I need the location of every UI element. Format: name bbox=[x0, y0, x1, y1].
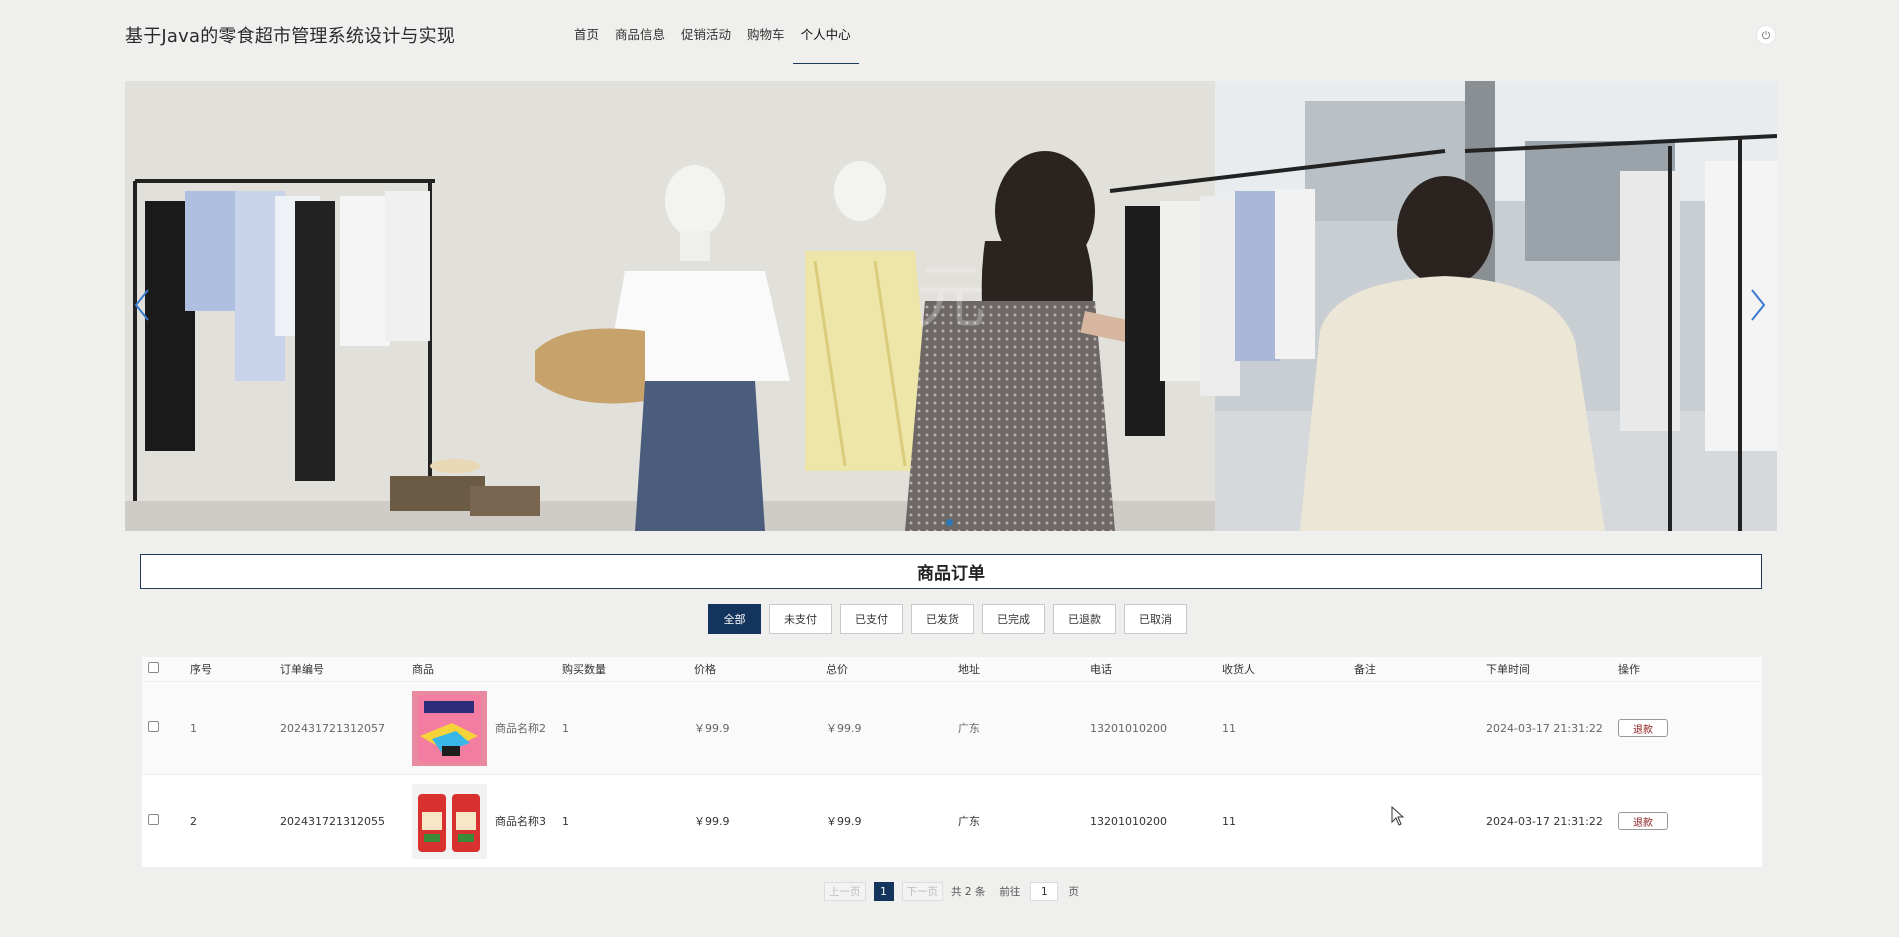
header: 基于Java的零食超市管理系统设计与实现 首页 商品信息 促销活动 购物车 个人… bbox=[0, 0, 1899, 70]
row-total: ￥99.9 bbox=[826, 815, 862, 828]
header-price: 价格 bbox=[694, 663, 716, 676]
banner-carousel: 元 bbox=[125, 81, 1777, 531]
row-product: 商品名称2 bbox=[404, 690, 554, 766]
header-time: 下单时间 bbox=[1486, 663, 1530, 676]
row-receiver: 11 bbox=[1222, 721, 1236, 735]
page-number-current[interactable]: 1 bbox=[873, 882, 894, 901]
row-address: 广东 bbox=[958, 815, 980, 828]
header-remark: 备注 bbox=[1354, 663, 1376, 676]
mouse-cursor-icon bbox=[1391, 806, 1405, 826]
nav-products[interactable]: 商品信息 bbox=[607, 0, 673, 64]
select-all-cell bbox=[142, 662, 182, 676]
chevron-left-icon bbox=[134, 289, 149, 321]
pagination: 上一页 1 下一页 共 2 条 前往 1 页 bbox=[824, 882, 1079, 901]
nav-cart[interactable]: 购物车 bbox=[739, 0, 793, 64]
product-thumbnail bbox=[412, 690, 487, 766]
table-row: 2 202431721312055 商品名称3 1 ￥99.9 ￥99.9 广东… bbox=[142, 775, 1762, 868]
header-address: 地址 bbox=[958, 663, 980, 676]
row-checkbox[interactable] bbox=[148, 814, 159, 825]
carousel-next-button[interactable] bbox=[1744, 285, 1772, 325]
next-page-button[interactable]: 下一页 bbox=[901, 882, 943, 901]
nav-home[interactable]: 首页 bbox=[566, 0, 607, 64]
table-row: 1 202431721312057 商品名称2 1 ￥99.9 ￥99.9 广东… bbox=[142, 682, 1762, 775]
filter-paid-button[interactable]: 已支付 bbox=[840, 604, 903, 634]
filter-cancelled-button[interactable]: 已取消 bbox=[1124, 604, 1187, 634]
filter-completed-button[interactable]: 已完成 bbox=[982, 604, 1045, 634]
row-select-cell bbox=[142, 721, 182, 735]
header-qty: 购买数量 bbox=[562, 663, 606, 676]
power-icon bbox=[1761, 30, 1771, 40]
main-nav: 首页 商品信息 促销活动 购物车 个人中心 bbox=[566, 0, 859, 64]
nav-profile[interactable]: 个人中心 bbox=[792, 0, 859, 64]
header-phone: 电话 bbox=[1090, 663, 1112, 676]
header-receiver: 收货人 bbox=[1222, 663, 1255, 676]
carousel-indicator[interactable] bbox=[946, 519, 953, 526]
row-phone: 13201010200 bbox=[1090, 721, 1167, 735]
row-action-cell: 退款 bbox=[1610, 812, 1730, 830]
row-select-cell bbox=[142, 814, 182, 828]
total-count: 共 2 条 bbox=[951, 886, 986, 898]
product-name: 商品名称3 bbox=[495, 815, 546, 828]
row-time: 2024-03-17 21:31:22 bbox=[1486, 721, 1603, 735]
select-all-checkbox[interactable] bbox=[148, 662, 159, 673]
row-order-no: 202431721312055 bbox=[280, 814, 385, 828]
prev-page-button[interactable]: 上一页 bbox=[824, 882, 866, 901]
row-qty: 1 bbox=[562, 721, 569, 735]
goto-label: 前往 bbox=[999, 886, 1021, 898]
refund-button[interactable]: 退款 bbox=[1618, 719, 1668, 737]
row-price: ￥99.9 bbox=[694, 815, 730, 828]
row-address: 广东 bbox=[958, 722, 980, 735]
filter-shipped-button[interactable]: 已发货 bbox=[911, 604, 974, 634]
filter-unpaid-button[interactable]: 未支付 bbox=[769, 604, 832, 634]
product-thumbnail bbox=[412, 783, 487, 859]
page-title: 商品订单 bbox=[140, 554, 1762, 589]
carousel-prev-button[interactable] bbox=[128, 285, 156, 325]
banner-image: 元 bbox=[125, 81, 1777, 531]
header-order-no: 订单编号 bbox=[280, 663, 324, 676]
header-action: 操作 bbox=[1618, 663, 1640, 676]
filter-refunded-button[interactable]: 已退款 bbox=[1053, 604, 1116, 634]
page-suffix: 页 bbox=[1068, 886, 1079, 898]
row-product: 商品名称3 bbox=[404, 783, 554, 859]
refund-button[interactable]: 退款 bbox=[1618, 812, 1668, 830]
row-time: 2024-03-17 21:31:22 bbox=[1486, 814, 1603, 828]
site-title: 基于Java的零食超市管理系统设计与实现 bbox=[125, 26, 456, 47]
row-receiver: 11 bbox=[1222, 814, 1236, 828]
header-total: 总价 bbox=[826, 663, 848, 676]
row-no: 1 bbox=[190, 721, 197, 735]
row-qty: 1 bbox=[562, 814, 569, 828]
logout-button[interactable] bbox=[1756, 25, 1776, 45]
orders-table: 序号 订单编号 商品 购买数量 价格 总价 地址 电话 收货人 备注 下单时间 … bbox=[142, 657, 1762, 868]
nav-promotions[interactable]: 促销活动 bbox=[673, 0, 739, 64]
header-no: 序号 bbox=[190, 663, 212, 676]
row-total: ￥99.9 bbox=[826, 722, 862, 735]
table-header: 序号 订单编号 商品 购买数量 价格 总价 地址 电话 收货人 备注 下单时间 … bbox=[142, 657, 1762, 682]
row-action-cell: 退款 bbox=[1610, 719, 1730, 737]
product-name: 商品名称2 bbox=[495, 722, 546, 735]
row-price: ￥99.9 bbox=[694, 722, 730, 735]
row-phone: 13201010200 bbox=[1090, 814, 1167, 828]
row-checkbox[interactable] bbox=[148, 721, 159, 732]
row-order-no: 202431721312057 bbox=[280, 721, 385, 735]
header-product: 商品 bbox=[412, 663, 434, 676]
status-filter-bar: 全部 未支付 已支付 已发货 已完成 已退款 已取消 bbox=[708, 604, 1195, 634]
svg-text:元: 元 bbox=[916, 256, 986, 338]
filter-all-button[interactable]: 全部 bbox=[708, 604, 761, 634]
row-no: 2 bbox=[190, 814, 197, 828]
chevron-right-icon bbox=[1751, 289, 1766, 321]
page-jump-input[interactable]: 1 bbox=[1030, 882, 1059, 901]
